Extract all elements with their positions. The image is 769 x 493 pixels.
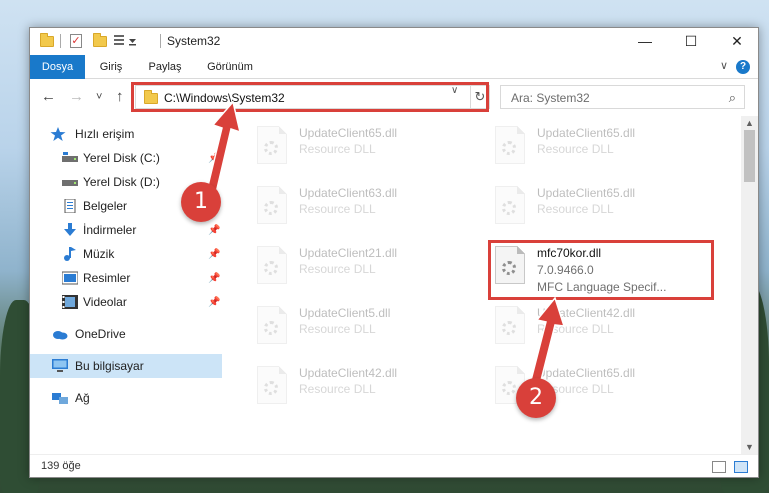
callout-step-2: 2: [516, 378, 556, 418]
tutorial-arrows: [206, 100, 566, 398]
arrow-to-address: [206, 100, 242, 194]
callout-step-1: 1: [181, 182, 221, 222]
